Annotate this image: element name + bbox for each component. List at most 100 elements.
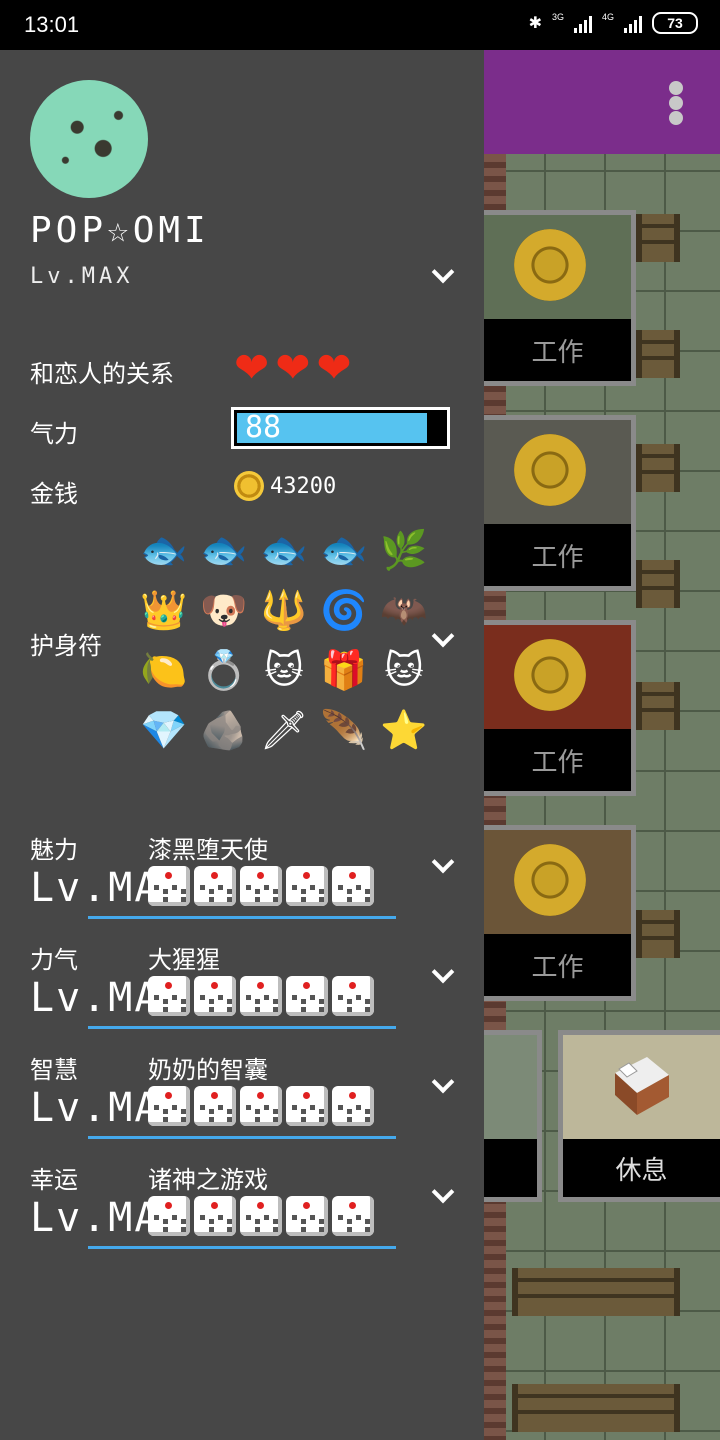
dice-icon [148, 976, 190, 1016]
battery-icon: 73 [652, 12, 698, 34]
dice-row [148, 1196, 374, 1236]
dice-row [148, 976, 374, 1016]
dice-icon [286, 1196, 328, 1236]
coin-icon [514, 434, 586, 506]
dice-icon [240, 976, 282, 1016]
amulet-grid: 🐟 🐟 🐟 🐟 🌿 👑 🐶 🔱 🌀 🦇 🍋 💍 🐱 🎁 🐱 💎 🪨 🗡 🪶 ⭐ [136, 522, 436, 760]
dice-icon [240, 1086, 282, 1126]
dice-icon [332, 976, 374, 1016]
relationship-label: 和恋人的关系 [30, 360, 174, 388]
dice-icon [332, 866, 374, 906]
bench [636, 444, 680, 492]
dice-icon [286, 1086, 328, 1126]
amulet-lemon-icon[interactable]: 🍋 [136, 642, 192, 698]
relationship-hearts: ❤ ❤ ❤ [234, 346, 352, 390]
bench [636, 910, 680, 958]
amulet-crown-icon[interactable]: 👑 [136, 582, 192, 638]
dice-icon [194, 866, 236, 906]
chevron-down-icon[interactable] [432, 964, 454, 986]
amulet-fish-icon[interactable]: 🐟 [196, 522, 252, 578]
amulet-swirl-icon[interactable]: 🌀 [316, 582, 372, 638]
job-card-3[interactable]: 工作 [484, 620, 636, 796]
amulet-feather-icon[interactable]: 🪶 [316, 702, 372, 758]
amulet-dagger-icon[interactable]: 🗡 [256, 702, 312, 758]
amulet-cat-icon[interactable]: 🐱 [256, 642, 312, 698]
stat-level: Lv.MAX [30, 1086, 150, 1130]
chevron-down-icon[interactable] [432, 264, 454, 286]
job-card-4[interactable]: 工作 [484, 825, 636, 1001]
signal-icon [624, 13, 642, 33]
dice-icon [194, 1196, 236, 1236]
chevron-down-icon[interactable] [432, 628, 454, 650]
coin-icon [514, 844, 586, 916]
stat-title: 奶奶的智囊 [148, 1056, 268, 1084]
coin-icon [514, 229, 586, 301]
stat-underline [88, 1136, 396, 1139]
amulet-fish-icon[interactable]: 🐟 [316, 522, 372, 578]
energy-bar: 88 [231, 407, 450, 449]
amulet-cat-icon[interactable]: 🐱 [376, 642, 432, 698]
amulet-puppy-icon[interactable]: 🐶 [196, 582, 252, 638]
dice-icon [240, 866, 282, 906]
partial-card[interactable] [484, 1030, 542, 1202]
dice-icon [148, 1086, 190, 1126]
amulet-scepter-icon[interactable]: 🔱 [256, 582, 312, 638]
job-label: 工作 [484, 934, 631, 996]
chevron-down-icon[interactable] [432, 854, 454, 876]
network-type-2: 4G [601, 12, 614, 22]
network-type-1: 3G [551, 12, 564, 22]
energy-value: 88 [245, 410, 282, 445]
bench [512, 1384, 680, 1432]
energy-fill: 88 [237, 410, 428, 445]
job-label: 工作 [484, 319, 631, 381]
bench [636, 560, 680, 608]
dice-icon [286, 976, 328, 1016]
amulet-fish-icon[interactable]: 🐟 [136, 522, 192, 578]
bluetooth-icon: ✱ [528, 15, 542, 32]
more-vertical-icon[interactable] [666, 80, 686, 126]
dice-row [148, 1086, 374, 1126]
amulet-label: 护身符 [30, 632, 102, 660]
amulet-gem-icon[interactable]: 💎 [136, 702, 192, 758]
chevron-down-icon[interactable] [432, 1184, 454, 1206]
stat-title: 大猩猩 [148, 946, 220, 974]
stat-charm: 魅力 漆黑堕天使 Lv.MAX [0, 830, 484, 940]
amulet-fish-icon[interactable]: 🐟 [256, 522, 312, 578]
amulet-ring-icon[interactable]: 💍 [196, 642, 252, 698]
signal-icon [573, 13, 592, 33]
heart-icon: ❤ [234, 343, 270, 392]
dice-icon [332, 1086, 374, 1126]
amulet-starfish-icon[interactable]: ⭐ [376, 702, 432, 758]
stat-underline [88, 916, 396, 919]
dice-icon [148, 866, 190, 906]
bench [512, 1268, 680, 1316]
chevron-down-icon[interactable] [432, 1074, 454, 1096]
dice-icon [332, 1196, 374, 1236]
status-bar: 13:01 ✱ 3G 4G 73 [0, 0, 720, 50]
amulet-branch-icon[interactable]: 🌿 [376, 522, 432, 578]
job-image [484, 625, 631, 729]
dice-row [148, 866, 374, 906]
stat-strength: 力气 大猩猩 Lv.MAX [0, 940, 484, 1050]
amulet-rock-icon[interactable]: 🪨 [196, 702, 252, 758]
stat-wisdom: 智慧 奶奶的智囊 Lv.MAX [0, 1050, 484, 1160]
money-value: 43200 [270, 473, 337, 499]
amulet-bat-icon[interactable]: 🦇 [376, 582, 432, 638]
amulet-chest-icon[interactable]: 🎁 [316, 642, 372, 698]
stat-underline [88, 1246, 396, 1249]
job-card-1[interactable]: 工作 [484, 210, 636, 386]
coin-icon [234, 471, 264, 501]
job-card-2[interactable]: 工作 [484, 415, 636, 591]
stat-name: 力气 [30, 946, 78, 974]
rest-card[interactable]: 休息 [558, 1030, 720, 1202]
coin-icon [514, 639, 586, 711]
stat-luck: 幸运 诸神之游戏 Lv.MAX [0, 1160, 484, 1270]
stat-name: 幸运 [30, 1166, 78, 1194]
stat-title: 漆黑堕天使 [148, 836, 268, 864]
job-image [484, 420, 631, 524]
stat-level: Lv.MAX [30, 1196, 150, 1240]
avatar[interactable] [30, 80, 148, 198]
dice-icon [148, 1196, 190, 1236]
stat-name: 智慧 [30, 1056, 78, 1084]
dice-icon [240, 1196, 282, 1236]
